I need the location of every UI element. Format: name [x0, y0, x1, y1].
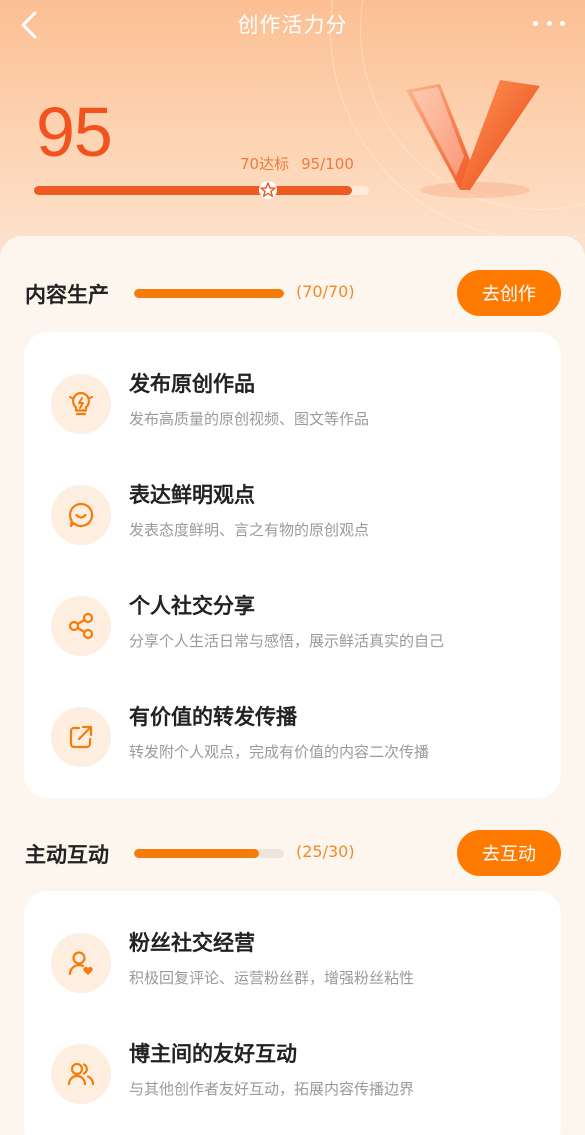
smile-chat-icon	[51, 485, 111, 545]
lightbulb-icon	[51, 374, 111, 434]
section-header-active-interaction: 主动互动 (25/30) 去互动	[0, 828, 585, 878]
section-title: 主动互动	[25, 843, 109, 867]
list-item[interactable]: 有价值的转发传播 转发附个人观点，完成有价值的内容二次传播	[24, 701, 561, 801]
forward-icon	[51, 707, 111, 767]
user-heart-icon	[51, 933, 111, 993]
item-description: 积极回复评论、运营粉丝群，增强粉丝粘性	[129, 969, 415, 987]
score-progress-text: 95/100	[301, 155, 354, 173]
item-title: 粉丝社交经营	[129, 931, 255, 955]
v-badge-icon	[406, 80, 540, 198]
section-title: 内容生产	[25, 283, 109, 307]
item-title: 个人社交分享	[129, 594, 255, 618]
list-item[interactable]: 个人社交分享 分享个人生活日常与感悟，展示鲜活真实的自己	[24, 590, 561, 690]
section-progress-bar	[134, 289, 284, 298]
score-value: 95	[36, 93, 113, 171]
share-icon	[51, 596, 111, 656]
list-item[interactable]: 粉丝社交经营 积极回复评论、运营粉丝群，增强粉丝粘性	[24, 927, 561, 1027]
more-dot	[546, 20, 552, 26]
item-description: 发表态度鲜明、言之有物的原创观点	[129, 521, 370, 539]
more-button[interactable]	[533, 16, 565, 30]
item-title: 博主间的友好互动	[129, 1042, 297, 1066]
item-description: 分享个人生活日常与感悟，展示鲜活真实的自己	[129, 632, 445, 650]
section-header-content-production: 内容生产 (70/70) 去创作	[0, 268, 585, 318]
score-progress-bar	[34, 186, 369, 195]
item-description: 发布高质量的原创视频、图文等作品	[129, 410, 370, 428]
target-star-icon	[259, 181, 277, 199]
score-progress-fill	[34, 186, 353, 195]
target-label: 70达标	[240, 155, 290, 173]
more-dot	[560, 20, 565, 26]
item-description: 转发附个人观点，完成有价值的内容二次传播	[129, 743, 430, 761]
section-count: (25/30)	[296, 842, 355, 861]
go-create-button[interactable]: 去创作	[457, 270, 561, 316]
list-item[interactable]: 表达鲜明观点 发表态度鲜明、言之有物的原创观点	[24, 479, 561, 579]
item-title: 有价值的转发传播	[129, 705, 297, 729]
item-title: 发布原创作品	[129, 372, 255, 396]
content-panel: 内容生产 (70/70) 去创作 发布原创作品 发布高质量的原创视频、图文等作品	[0, 236, 585, 1135]
section-progress-bar	[134, 849, 284, 858]
score-meta: 70达标 95/100	[240, 153, 354, 174]
go-interact-button[interactable]: 去互动	[457, 830, 561, 876]
task-card-content-production: 发布原创作品 发布高质量的原创视频、图文等作品 表达鲜明观点 发表态度鲜明、言之…	[24, 332, 561, 798]
item-title: 表达鲜明观点	[129, 483, 255, 507]
task-card-active-interaction: 粉丝社交经营 积极回复评论、运营粉丝群，增强粉丝粘性 博主间的友好互动 与其他创…	[24, 891, 561, 1135]
list-item[interactable]: 发布原创作品 发布高质量的原创视频、图文等作品	[24, 368, 561, 468]
page-title: 创作活力分	[237, 13, 348, 37]
section-progress-fill	[134, 849, 259, 858]
list-item[interactable]: 博主间的友好互动 与其他创作者友好互动，拓展内容传播边界	[24, 1038, 561, 1135]
users-icon	[51, 1044, 111, 1104]
more-dot	[533, 20, 538, 26]
item-description: 与其他创作者友好互动，拓展内容传播边界	[129, 1080, 415, 1098]
section-progress-fill	[134, 289, 284, 298]
section-count: (70/70)	[296, 282, 355, 301]
